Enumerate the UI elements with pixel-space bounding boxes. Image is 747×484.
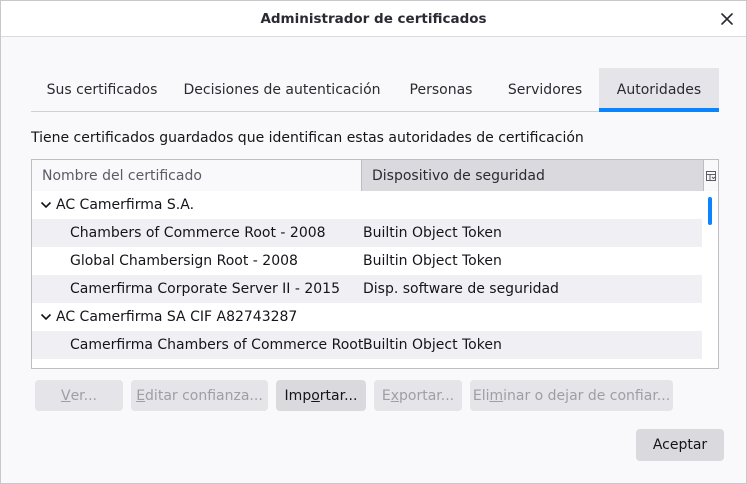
- certificate-name-cell: Global Chambersign Root - 2008: [70, 253, 298, 269]
- tree-group-row[interactable]: AC Camerfirma SA CIF A82743287: [32, 303, 702, 331]
- device-cell: Builtin Object Token: [363, 337, 502, 353]
- chevron-down-icon[interactable]: [38, 201, 54, 209]
- device-cell: Disp. software de seguridad: [363, 281, 559, 297]
- tab-authentication-decisions[interactable]: Decisiones de autenticación: [173, 68, 391, 111]
- tree-group-row[interactable]: AC Camerfirma S.A.: [32, 191, 702, 219]
- import-button[interactable]: Imp o rtar...: [276, 380, 366, 411]
- column-header-security-device[interactable]: Dispositivo de seguridad: [362, 160, 704, 191]
- tree-row[interactable]: Chambers of Commerce Root - 2008 Builtin…: [32, 219, 702, 247]
- tab-authorities[interactable]: Autoridades: [599, 68, 719, 112]
- close-button[interactable]: [716, 8, 738, 30]
- group-label: AC Camerfirma SA CIF A82743287: [56, 309, 298, 325]
- tree-row-partial[interactable]: [32, 359, 702, 368]
- tree-row[interactable]: Camerfirma Corporate Server II - 2015 Di…: [32, 275, 702, 303]
- column-header-certificate-name[interactable]: Nombre del certificado: [32, 160, 362, 191]
- close-icon: [721, 13, 733, 25]
- title-bar: Administrador de certificados: [1, 1, 746, 37]
- tree-header: Nombre del certificado Dispositivo de se…: [32, 160, 718, 191]
- delete-or-distrust-button[interactable]: Eli m inar o dejar de confiar...: [470, 380, 673, 411]
- scrollbar-thumb[interactable]: [708, 197, 712, 225]
- authorities-description: Tiene certificados guardados que identif…: [31, 130, 584, 146]
- tree-scrollbar[interactable]: [702, 191, 718, 368]
- certificate-name-cell: Camerfirma Chambers of Commerce Root: [70, 337, 363, 353]
- tab-strip: Sus certificados Decisiones de autentica…: [31, 68, 719, 112]
- column-picker-icon: [706, 170, 716, 181]
- tree-row[interactable]: Global Chambersign Root - 2008 Builtin O…: [32, 247, 702, 275]
- view-button[interactable]: Ver...: [35, 380, 123, 411]
- device-cell: Builtin Object Token: [363, 225, 502, 241]
- column-picker-button[interactable]: [704, 160, 718, 191]
- group-label: AC Camerfirma S.A.: [56, 197, 195, 213]
- tab-your-certificates[interactable]: Sus certificados: [31, 68, 173, 111]
- tab-servers[interactable]: Servidores: [491, 68, 599, 111]
- certificate-name-cell: Chambers of Commerce Root - 2008: [70, 225, 326, 241]
- certificate-manager-dialog: Administrador de certificados Sus certif…: [0, 0, 747, 484]
- edit-trust-button[interactable]: Editar confianza...: [131, 380, 268, 411]
- certificate-name-cell: Camerfirma Corporate Server II - 2015: [70, 281, 340, 297]
- accept-button[interactable]: Aceptar: [636, 429, 724, 461]
- tab-people[interactable]: Personas: [391, 68, 491, 111]
- certificate-tree[interactable]: Nombre del certificado Dispositivo de se…: [31, 159, 719, 369]
- device-cell: Builtin Object Token: [363, 253, 502, 269]
- tree-rows: AC Camerfirma S.A. Chambers of Commerce …: [32, 191, 702, 368]
- export-button[interactable]: Ex portar...: [374, 380, 462, 411]
- chevron-down-icon[interactable]: [38, 313, 54, 321]
- dialog-title: Administrador de certificados: [260, 10, 487, 27]
- tree-row[interactable]: Camerfirma Chambers of Commerce Root Bui…: [32, 331, 702, 359]
